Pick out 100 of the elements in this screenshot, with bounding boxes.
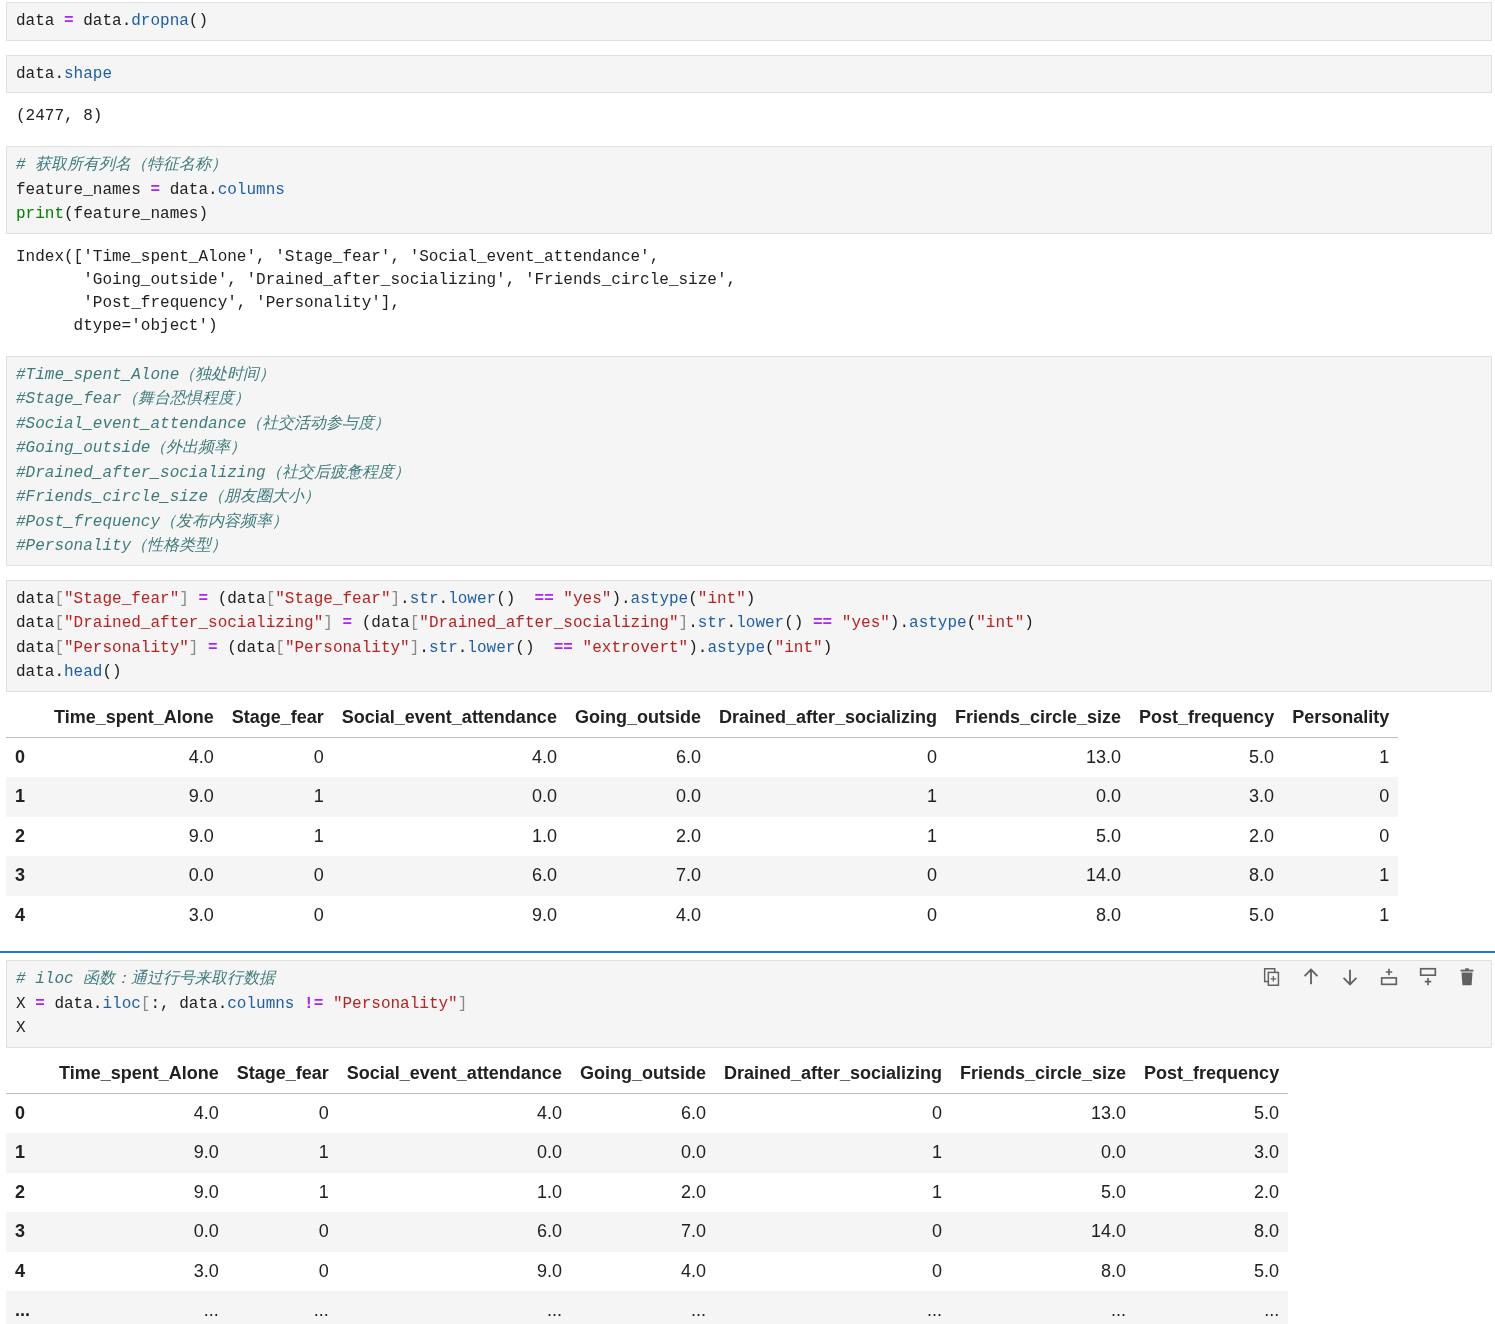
table-cell: 1 bbox=[714, 1133, 951, 1173]
table-cell: ... bbox=[951, 1291, 1136, 1324]
code-line: data["Stage_fear"] = (data["Stage_fear"].str.lower() == "yes").astype("int") bbox=[16, 588, 756, 610]
table-cell: 5.0 bbox=[951, 1172, 1136, 1212]
table-cell: 1 bbox=[227, 1133, 338, 1173]
code-line: #Time_spent_Alone（独处时间） bbox=[16, 364, 276, 386]
table-cell: ... bbox=[50, 1291, 228, 1324]
code-line: X = data.iloc[:, data.columns != "Personality"] bbox=[16, 993, 468, 1015]
column-header: Post_frequency bbox=[1130, 701, 1284, 738]
code-cell[interactable] bbox=[6, 579, 1492, 692]
row-index: ... bbox=[6, 1291, 50, 1324]
code-line: #Friends_circle_size（朋友圈大小） bbox=[16, 487, 321, 508]
table-cell: 0 bbox=[709, 856, 946, 896]
table-cell: 0.0 bbox=[570, 1133, 715, 1173]
table-cell: 1 bbox=[709, 777, 946, 817]
row-index: 1 bbox=[6, 777, 45, 817]
table-cell: 7.0 bbox=[565, 856, 710, 896]
column-header: Time_spent_Alone bbox=[45, 701, 223, 738]
table-cell: 5.0 bbox=[1130, 737, 1284, 777]
table-cell: 8.0 bbox=[946, 895, 1131, 935]
code-line: data.head() bbox=[16, 662, 122, 683]
table-cell: 0 bbox=[222, 895, 333, 935]
code-line: print(feature_names) bbox=[16, 204, 209, 225]
code-line: #Post_frequency（发布内容频率） bbox=[16, 511, 289, 533]
table-cell: 13.0 bbox=[946, 737, 1131, 777]
table-cell: 0.0 bbox=[45, 856, 223, 896]
table-cell: 4.0 bbox=[337, 1093, 571, 1133]
row-index: 3 bbox=[6, 856, 45, 896]
row-index: 2 bbox=[6, 816, 45, 856]
code-line: feature_names = data.columns bbox=[16, 179, 285, 201]
column-header: Stage_fear bbox=[227, 1057, 338, 1094]
table-cell: 0 bbox=[1283, 777, 1399, 817]
column-header: Going_outside bbox=[570, 1057, 715, 1094]
table-cell: 2.0 bbox=[570, 1172, 715, 1212]
table-cell: 2.0 bbox=[565, 816, 710, 856]
column-header: Going_outside bbox=[565, 701, 710, 738]
table-cell: 5.0 bbox=[1130, 895, 1284, 935]
table-cell: 0 bbox=[227, 1251, 338, 1291]
row-index: 2 bbox=[6, 1172, 50, 1212]
table-cell: 6.0 bbox=[337, 1212, 571, 1252]
table-cell: 5.0 bbox=[946, 816, 1131, 856]
table-cell: 1 bbox=[1283, 737, 1399, 777]
table-cell: 14.0 bbox=[951, 1212, 1136, 1252]
output-line: dtype='object') bbox=[72, 315, 218, 337]
row-index: 1 bbox=[6, 1133, 50, 1173]
table-cell: 1 bbox=[709, 816, 946, 856]
table-cell: 0.0 bbox=[50, 1212, 228, 1252]
table-cell: 0.0 bbox=[951, 1133, 1136, 1173]
row-index: 4 bbox=[6, 1251, 50, 1291]
table-cell: 0 bbox=[1283, 816, 1399, 856]
table-cell: 0 bbox=[714, 1093, 951, 1133]
table-cell: 0 bbox=[709, 737, 946, 777]
code-line: #Drained_after_socializing（社交后疲惫程度） bbox=[16, 462, 410, 484]
column-header: Social_event_attendance bbox=[332, 701, 566, 738]
table-cell: 4.0 bbox=[565, 895, 710, 935]
table-cell: 1.0 bbox=[337, 1172, 571, 1212]
row-index: 4 bbox=[6, 895, 45, 935]
output-line: (2477, 8) bbox=[16, 106, 103, 127]
output-line: 'Post_frequency', 'Personality'], bbox=[82, 292, 401, 314]
code-line: #Personality（性格类型） bbox=[16, 536, 228, 557]
table-cell: 2.0 bbox=[1135, 1172, 1289, 1212]
column-header: Friends_circle_size bbox=[946, 701, 1131, 738]
code-line: data.shape bbox=[16, 63, 113, 85]
code-line: data["Drained_after_socializing"] = (data["Drained_after_socializing"].str.lower() == "yes").astype("int") bbox=[16, 613, 1034, 634]
table-cell: 0.0 bbox=[565, 777, 710, 817]
table-cell: 0.0 bbox=[946, 777, 1131, 817]
column-header: Friends_circle_size bbox=[951, 1057, 1136, 1094]
column-header: Social_event_attendance bbox=[337, 1057, 571, 1094]
table-cell: 0.0 bbox=[332, 777, 566, 817]
code-cell[interactable]: data.shape bbox=[6, 54, 1492, 93]
table-cell: 1 bbox=[1283, 895, 1399, 935]
table-cell: 6.0 bbox=[570, 1093, 715, 1133]
table-cell: 1 bbox=[222, 777, 333, 817]
code-cell[interactable] bbox=[6, 355, 1492, 566]
table-cell: 1.0 bbox=[332, 816, 566, 856]
table-cell: 8.0 bbox=[1135, 1212, 1289, 1252]
table-cell: 9.0 bbox=[45, 816, 223, 856]
code-cell[interactable]: data = data.dropna() bbox=[6, 2, 1492, 41]
table-cell: 0 bbox=[227, 1093, 338, 1133]
column-header: Time_spent_Alone bbox=[50, 1057, 228, 1094]
column-header: Personality bbox=[1283, 701, 1399, 738]
table-cell: ... bbox=[227, 1291, 338, 1324]
column-header: Drained_after_socializing bbox=[709, 701, 946, 738]
table-cell: ... bbox=[337, 1291, 571, 1324]
table-cell: 13.0 bbox=[951, 1093, 1136, 1133]
code-line: #Stage_fear（舞台恐惧程度） bbox=[16, 388, 250, 410]
code-cell[interactable]: # 获取所有列名（特征名称） feature_names = data.columns print(feature_names) bbox=[6, 146, 1492, 234]
table-cell: ... bbox=[1135, 1291, 1289, 1324]
code-line: # 获取所有列名（特征名称） bbox=[16, 154, 228, 176]
code-cell[interactable]: # iloc 函数：通过行号来取行数据 X = data.iloc[:, data.columns != "Personality"] X bbox=[6, 960, 1492, 1048]
table-cell: 8.0 bbox=[951, 1251, 1136, 1291]
code-line: data["Personality"] = (data["Personality"].str.lower() == "extrovert").astype("int") bbox=[16, 637, 833, 659]
table-cell: 6.0 bbox=[565, 737, 710, 777]
table-cell: 0 bbox=[714, 1251, 951, 1291]
row-index: 3 bbox=[6, 1212, 50, 1252]
table-cell: 5.0 bbox=[1135, 1251, 1289, 1291]
table-cell: 1 bbox=[222, 816, 333, 856]
output-line: 'Going_outside', 'Drained_after_socializing', 'Friends_circle_size', bbox=[82, 269, 737, 291]
table-cell: 5.0 bbox=[1135, 1093, 1289, 1133]
table-cell: 1 bbox=[714, 1172, 951, 1212]
